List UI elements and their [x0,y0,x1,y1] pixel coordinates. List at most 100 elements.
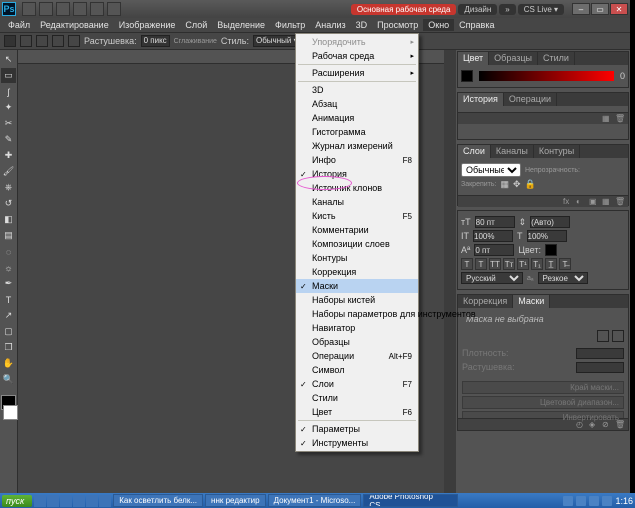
folder-icon[interactable]: ▣ [589,197,599,207]
menu-item-анимация[interactable]: Анимация [296,111,418,125]
menu-item-образцы[interactable]: Образцы [296,335,418,349]
menu-item-цвет[interactable]: ЦветF6 [296,405,418,419]
minimize-button[interactable]: – [572,3,590,15]
tab-actions[interactable]: Операции [504,93,557,106]
tray-icon[interactable] [589,496,599,506]
super-button[interactable]: T¹ [517,258,529,270]
tab-color[interactable]: Цвет [458,52,489,65]
menu-layer[interactable]: Слой [180,19,212,31]
lock-pixels-icon[interactable]: ▦ [500,179,509,190]
menu-item-гистограмма[interactable]: Гистограмма [296,125,418,139]
ql-4-icon[interactable] [86,495,98,507]
color-slider[interactable] [479,71,614,81]
smallcaps-button[interactable]: Tᴛ [503,258,515,270]
menu-item-инструменты[interactable]: Инструменты [296,436,418,450]
menu-item-операции[interactable]: ОперацииAlt+F9 [296,349,418,363]
baseline-input[interactable] [474,244,514,256]
arrange-icon[interactable] [90,2,104,16]
menu-item-источник-клонов[interactable]: Источник клонов [296,181,418,195]
menu-window[interactable]: Окно [423,19,454,31]
bold-button[interactable]: T [461,258,473,270]
menu-help[interactable]: Справка [454,19,499,31]
menu-item-кисть[interactable]: КистьF5 [296,209,418,223]
menu-item-расширения[interactable]: Расширения [296,66,418,80]
tab-adjustments[interactable]: Коррекция [458,295,513,308]
crop-tool-icon[interactable]: ✂ [1,116,16,131]
trash-icon[interactable]: 🗑 [615,197,625,207]
tray-icon[interactable] [563,496,573,506]
tab-channels[interactable]: Каналы [491,145,534,158]
antialias-select[interactable]: Резкое [538,272,588,284]
menu-item-параметры[interactable]: Параметры [296,422,418,436]
menu-view[interactable]: Просмотр [372,19,423,31]
menu-item-композиции-слоев[interactable]: Композиции слоев [296,237,418,251]
ql-5-icon[interactable] [99,495,111,507]
marquee-mode-intersect-icon[interactable] [68,35,80,47]
menu-item-наборы-кистей[interactable]: Наборы кистей [296,293,418,307]
tray-icon[interactable] [602,496,612,506]
feather-input-mask[interactable] [576,362,624,373]
mask-disable-icon[interactable]: ⊘ [602,420,612,430]
mask-load-icon[interactable]: ◴ [576,420,586,430]
shape-tool-icon[interactable]: ▢ [1,324,16,339]
start-button[interactable]: пуск [2,495,32,507]
blur-tool-icon[interactable]: ◌ [1,244,16,259]
menu-item-журнал-измерений[interactable]: Журнал измерений [296,139,418,153]
marquee-mode-new-icon[interactable] [20,35,32,47]
workspace-more[interactable]: » [499,4,515,15]
task-button[interactable]: ннк редактир [205,494,266,507]
hand-tool-icon[interactable]: ✋ [1,356,16,371]
menu-item-стили[interactable]: Стили [296,391,418,405]
mask-icon[interactable]: ◐ [576,197,586,207]
marquee-tool-icon[interactable]: ▭ [1,68,16,83]
view-extras-icon[interactable] [56,2,70,16]
menu-item-история[interactable]: История [296,167,418,181]
sub-button[interactable]: T₁ [531,258,543,270]
cslive-button[interactable]: CS Live ▾ [518,4,564,15]
language-select[interactable]: Русский [461,272,523,284]
ql-ie-icon[interactable] [47,495,59,507]
pen-tool-icon[interactable]: ✒ [1,276,16,291]
zoom-level-icon[interactable] [73,2,87,16]
dodge-tool-icon[interactable]: ☼ [1,260,16,275]
ql-desktop-icon[interactable] [34,495,46,507]
pixel-mask-icon[interactable] [597,330,609,342]
heal-tool-icon[interactable]: ✚ [1,148,16,163]
dock-collapsed-strip[interactable] [444,50,456,493]
lock-position-icon[interactable]: ✥ [513,179,521,190]
menu-item-наборы-параметров-для-инструментов[interactable]: Наборы параметров для инструментов [296,307,418,321]
tab-paths[interactable]: Контуры [534,145,580,158]
history-new-icon[interactable]: ▦ [602,114,612,124]
move-tool-icon[interactable]: ↖ [1,52,16,67]
blend-mode-select[interactable]: Обычные [461,163,521,177]
type-tool-icon[interactable]: T [1,292,16,307]
brush-tool-icon[interactable]: 🖌 [1,164,16,179]
mask-edge-button[interactable]: Край маски... [462,381,624,394]
menu-item-навигатор[interactable]: Навигатор [296,321,418,335]
workspace-badge-design[interactable]: Дизайн [458,4,497,15]
ql-2-icon[interactable] [60,495,72,507]
background-swatch[interactable] [3,405,18,420]
tab-history[interactable]: История [458,93,504,106]
tray-icon[interactable] [576,496,586,506]
menu-item-инфо[interactable]: ИнфоF8 [296,153,418,167]
mask-delete-icon[interactable]: 🗑 [615,420,625,430]
lasso-tool-icon[interactable]: ʃ [1,84,16,99]
underline-button[interactable]: T̲ [545,258,557,270]
task-button[interactable]: Документ1 - Microso... [268,494,362,507]
menu-item-коррекция[interactable]: Коррекция [296,265,418,279]
menu-item-контуры[interactable]: Контуры [296,251,418,265]
text-color-swatch[interactable] [545,244,557,256]
font-size-input[interactable] [475,216,515,228]
density-input[interactable] [576,348,624,359]
menu-item-3d[interactable]: 3D [296,83,418,97]
tool-preset-icon[interactable] [4,35,16,47]
maximize-button[interactable]: ▭ [591,3,609,15]
bridge-icon[interactable] [22,2,36,16]
task-button[interactable]: Как осветлить белк... [113,494,203,507]
italic-button[interactable]: T [475,258,487,270]
minibridge-icon[interactable] [39,2,53,16]
marquee-mode-sub-icon[interactable] [52,35,64,47]
hscale-input[interactable] [527,230,567,242]
tab-styles[interactable]: Стили [538,52,575,65]
